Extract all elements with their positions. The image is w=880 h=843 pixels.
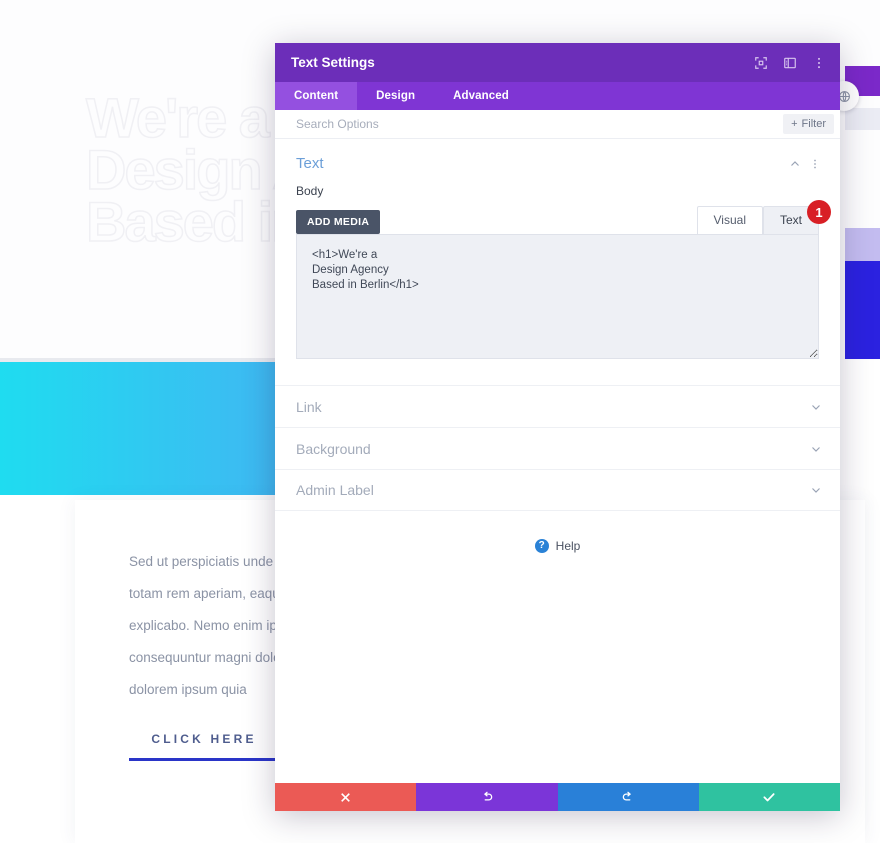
gradient-band (0, 362, 277, 495)
background-right-blue-block (845, 261, 880, 359)
filter-button[interactable]: + Filter (783, 114, 834, 134)
titlebar-icon-group (753, 55, 827, 71)
help-link[interactable]: ? Help (275, 511, 840, 553)
check-icon (763, 793, 775, 802)
tab-advanced[interactable]: Advanced (434, 82, 528, 110)
click-here-button[interactable]: CLICK HERE (129, 732, 279, 761)
question-mark-icon: ? (534, 539, 549, 553)
section-toggle-admin-label[interactable]: Admin Label (275, 469, 840, 511)
editor-tab-visual[interactable]: Visual (696, 206, 763, 234)
background-right-lavender-strip (845, 228, 880, 261)
page-root: We're a Design A Based in Sed ut perspic… (0, 0, 880, 843)
text-settings-modal: Text Settings Content Design Advanced Se… (275, 43, 840, 811)
search-input[interactable] (296, 117, 784, 131)
chevron-down-icon (809, 483, 823, 497)
tab-design[interactable]: Design (357, 82, 434, 110)
expand-icon[interactable] (753, 55, 769, 71)
section-title: Text (296, 155, 324, 172)
modal-titlebar[interactable]: Text Settings (275, 43, 840, 82)
modal-body: Text Body ADD MEDIA Visual Text 1 <h1>We… (275, 139, 840, 783)
editor-tab-group: Visual Text (696, 206, 819, 234)
more-vertical-icon[interactable] (811, 55, 827, 71)
section-toggle-label: Admin Label (296, 482, 374, 498)
section-toggle-background[interactable]: Background (275, 427, 840, 469)
cancel-button[interactable] (275, 783, 417, 811)
section-toggle-label: Background (296, 440, 371, 457)
close-icon (341, 792, 350, 802)
chevron-up-icon[interactable] (787, 156, 803, 172)
add-media-button[interactable]: ADD MEDIA (296, 210, 381, 234)
step-badge: 1 (807, 200, 831, 224)
redo-icon (622, 791, 632, 801)
click-here-underline (129, 758, 279, 761)
redo-button[interactable] (557, 783, 699, 811)
tab-content[interactable]: Content (275, 82, 358, 110)
modal-tab-bar: Content Design Advanced (275, 82, 840, 110)
help-label: Help (555, 539, 581, 553)
modal-footer (275, 783, 840, 811)
body-field-label: Body (296, 184, 324, 198)
undo-icon (483, 791, 493, 801)
body-field-block: Body ADD MEDIA Visual Text 1 (275, 184, 840, 359)
modal-title: Text Settings (291, 55, 375, 70)
chevron-down-icon (809, 400, 823, 414)
section-toggle-link[interactable]: Link (275, 385, 840, 427)
section-more-vertical-icon[interactable] (807, 156, 823, 172)
search-row: + Filter (275, 110, 840, 139)
layout-panel-icon[interactable] (782, 55, 798, 71)
chevron-down-icon (809, 442, 823, 456)
save-button[interactable] (698, 783, 840, 811)
filter-button-label: Filter (801, 118, 826, 130)
click-here-label: CLICK HERE (151, 732, 257, 746)
background-right-faint-strip (845, 108, 880, 130)
editor-toolbar: ADD MEDIA Visual Text 1 (296, 200, 831, 234)
collapsed-section-list: Link Background Admin Label (275, 385, 840, 511)
plus-icon: + (791, 118, 798, 130)
section-toggle-label: Link (296, 398, 322, 415)
section-header-text: Text (275, 139, 840, 184)
body-code-textarea[interactable] (296, 234, 819, 359)
undo-button[interactable] (416, 783, 558, 811)
